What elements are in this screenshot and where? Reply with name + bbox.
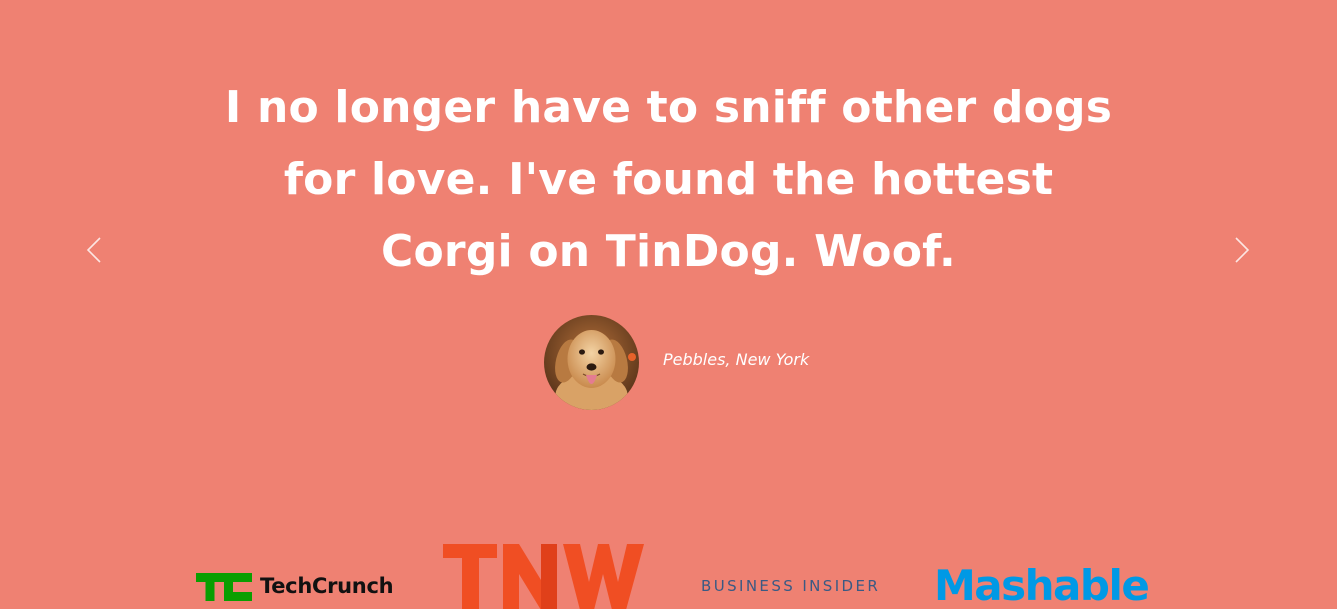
golden-retriever-photo bbox=[544, 315, 639, 410]
testimonial-author: Pebbles, New York bbox=[663, 350, 810, 369]
quote-line: for love. I've found the hottest bbox=[283, 154, 1054, 205]
business-insider-logo: BUSINESS INSIDER bbox=[701, 577, 881, 595]
testimonials-section: I no longer have to sniff other dogs for… bbox=[0, 0, 1337, 609]
chevron-right-icon bbox=[1235, 237, 1250, 263]
chevron-left-icon bbox=[86, 237, 101, 263]
press-logos: TechCrunch BUSINESS INSIDER Mashable bbox=[0, 540, 1337, 609]
quote-line: I no longer have to sniff other dogs bbox=[224, 82, 1113, 133]
avatar bbox=[544, 315, 639, 410]
carousel-prev-button[interactable] bbox=[80, 232, 110, 268]
carousel-next-button[interactable] bbox=[1226, 232, 1256, 268]
techcrunch-logo bbox=[196, 573, 252, 601]
quote-line: Corgi on TinDog. Woof. bbox=[381, 226, 956, 277]
mashable-logo: Mashable bbox=[934, 561, 1150, 609]
tnw-logo bbox=[443, 544, 644, 609]
techcrunch-wordmark: TechCrunch bbox=[260, 574, 394, 598]
testimonial-quote: I no longer have to sniff other dogs for… bbox=[168, 72, 1169, 288]
